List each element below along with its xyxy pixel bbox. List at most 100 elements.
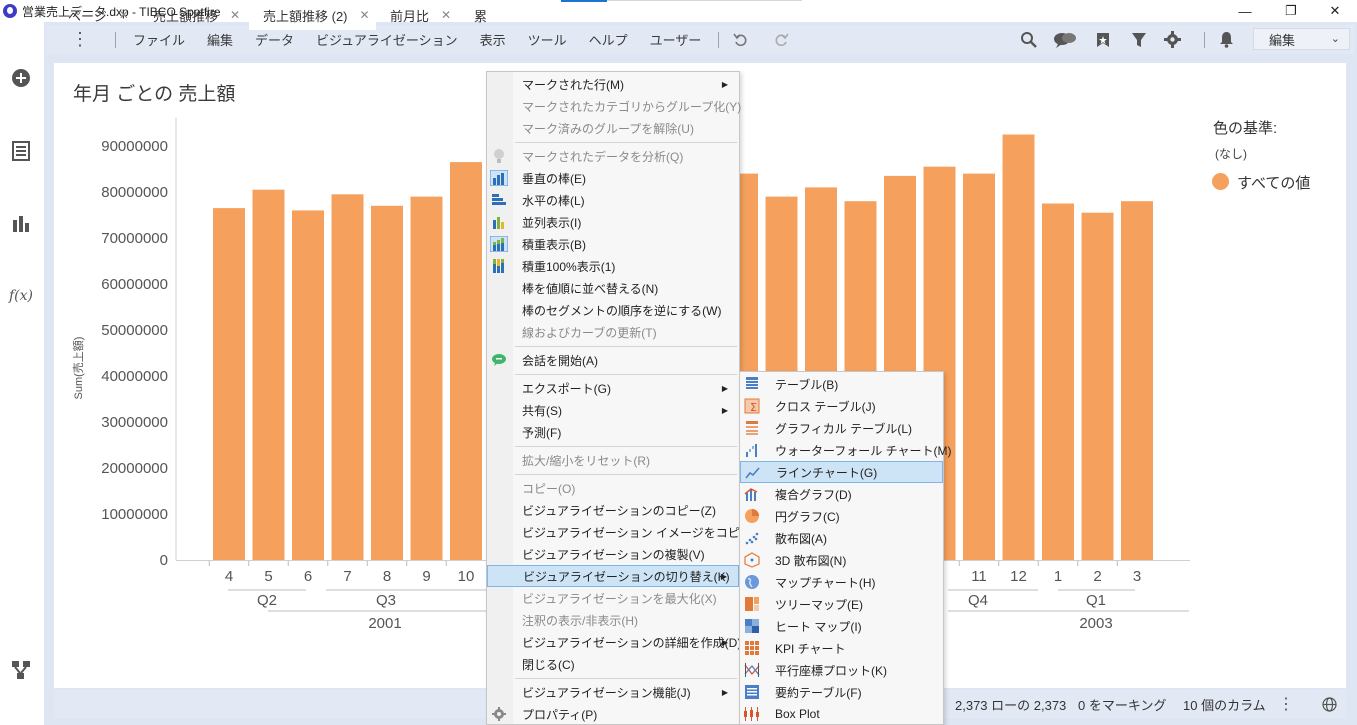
close-tab-icon[interactable]: ✕: [230, 8, 240, 22]
menu-item-copy[interactable]: コピー(O): [487, 477, 739, 499]
submenu-item-waterfall[interactable]: ウォーターフォール チャート(M): [740, 439, 951, 461]
close-tab-icon[interactable]: ✕: [360, 8, 370, 22]
tab-label: ページ: [68, 8, 107, 24]
menu-item-stacked[interactable]: 積重表示(B): [487, 233, 739, 255]
y-tick-label: 70000000: [101, 230, 168, 247]
function-icon[interactable]: f(x): [9, 286, 33, 306]
notification-bell-icon[interactable]: [1216, 25, 1236, 54]
bookmark-icon[interactable]: [1094, 25, 1112, 54]
submenu-item-table[interactable]: テーブル(B): [740, 373, 943, 395]
close-tab-icon[interactable]: ✕: [119, 8, 129, 22]
submenu-arrow-icon: ▶: [720, 571, 727, 581]
submenu-item-kpi-chart[interactable]: KPI チャート: [740, 637, 943, 659]
data-table-icon[interactable]: [11, 141, 31, 161]
y-tick-label: 60000000: [101, 276, 168, 293]
settings-gear-icon[interactable]: [1162, 25, 1182, 54]
redo-icon[interactable]: [770, 25, 792, 54]
submenu-item-map-chart[interactable]: マップチャート(H): [740, 571, 943, 593]
submenu-item-treemap[interactable]: ツリーマップ(E): [740, 593, 943, 615]
y-tick-label: 90000000: [101, 138, 168, 155]
menu-item-visualization-features[interactable]: ビジュアライゼーション機能(J) ▶: [487, 681, 739, 703]
submenu-item-combination-chart[interactable]: 複合グラフ(D): [740, 483, 943, 505]
legend-subtitle: (なし): [1215, 147, 1247, 161]
menu-item-label: 共有(S): [522, 403, 562, 418]
restore-button[interactable]: ❐: [1268, 0, 1314, 22]
menu-item-copy-visualization[interactable]: ビジュアライゼーションのコピー(Z): [487, 499, 739, 521]
submenu-item-box-plot[interactable]: Box Plot: [740, 703, 943, 725]
submenu-item-label: グラフィカル テーブル(L): [775, 421, 913, 436]
menu-tools[interactable]: ツール: [517, 25, 578, 54]
menu-item-stacked-100[interactable]: 積重100%表示(1): [487, 255, 739, 277]
menu-item-sort-bars[interactable]: 棒を値順に並べ替える(N): [487, 277, 739, 299]
undo-icon[interactable]: [730, 25, 752, 54]
submenu-item-label: ウォーターフォール チャート(M): [775, 443, 952, 458]
bar: [371, 205, 403, 561]
menu-user[interactable]: ユーザー: [639, 25, 713, 54]
menu-item-horizontal-bars[interactable]: 水平の棒(L): [487, 189, 739, 211]
filter-icon[interactable]: [1130, 25, 1148, 54]
submenu-item-heat-map[interactable]: ヒート マップ(I): [740, 615, 943, 637]
menu-item-export[interactable]: エクスポート(G) ▶: [487, 377, 739, 399]
close-window-button[interactable]: ✕: [1312, 0, 1357, 22]
menu-item-label: 線およびカーブの更新(T): [522, 325, 657, 340]
menu-item-forecast[interactable]: 予測(F): [487, 421, 739, 443]
search-icon[interactable]: [1018, 25, 1038, 54]
menu-item-copy-visualization-image[interactable]: ビジュアライゼーション イメージをコピー(Z): [487, 521, 767, 543]
menu-item-ungroup-marked[interactable]: マーク済みのグループを解除(U): [487, 117, 739, 139]
more-status-icon[interactable]: ⋮: [1278, 689, 1294, 719]
menu-item-create-details[interactable]: ビジュアライゼーションの詳細を作成(D) ▶: [487, 631, 741, 653]
menu-item-update-lines[interactable]: 線およびカーブの更新(T): [487, 321, 739, 343]
menu-item-group-from-marked[interactable]: マークされたカテゴリからグループ化(Y): [487, 95, 741, 117]
menu-item-properties[interactable]: プロパティ(P): [487, 703, 739, 725]
menu-item-label: ビジュアライゼーションの複製(V): [522, 547, 705, 562]
tab-page[interactable]: ページ ✕: [54, 0, 138, 30]
treemap-icon: [745, 597, 759, 611]
menu-item-share[interactable]: 共有(S) ▶: [487, 399, 739, 421]
close-tab-icon[interactable]: ✕: [441, 8, 451, 22]
minimize-button[interactable]: —: [1222, 0, 1268, 22]
submenu-item-label: 要約テーブル(F): [775, 685, 862, 700]
add-icon[interactable]: [11, 68, 31, 88]
menu-item-label: マーク済みのグループを解除(U): [522, 121, 694, 136]
menu-item-switch-visualization[interactable]: ビジュアライゼーションの切り替え(K) ▶: [487, 565, 739, 587]
submenu-item-line-chart[interactable]: ラインチャート(G): [740, 461, 943, 483]
submenu-item-scatter-plot[interactable]: 散布図(A): [740, 527, 943, 549]
menu-item-duplicate-visualization[interactable]: ビジュアライゼーションの複製(V): [487, 543, 739, 565]
menu-item-maximize-visualization[interactable]: ビジュアライゼーションを最大化(X): [487, 587, 739, 609]
submenu-item-label: ツリーマップ(E): [775, 597, 863, 612]
tab-month-over-month[interactable]: 前月比 ✕: [376, 0, 462, 30]
menu-item-reset-zoom[interactable]: 拡大/縮小をリセット(R): [487, 449, 739, 471]
menu-help[interactable]: ヘルプ: [578, 25, 639, 54]
menu-item-label: ビジュアライゼーションのコピー(Z): [522, 503, 717, 518]
pie-chart-icon: [745, 509, 759, 523]
menu-item-reverse-segments[interactable]: 棒のセグメントの順序を逆にする(W): [487, 299, 739, 321]
visualization-types-icon[interactable]: [11, 213, 31, 233]
menu-item-close[interactable]: 閉じる(C): [487, 653, 739, 675]
tab-sales-trend[interactable]: 売上額推移 ✕: [139, 0, 247, 30]
tab-cumulative[interactable]: 累: [460, 0, 487, 30]
tab-label: 前月比: [390, 8, 430, 24]
menu-item-toggle-annotations[interactable]: 注釈の表示/非表示(H): [487, 609, 739, 631]
submenu-item-3d-scatter[interactable]: 3D 散布図(N): [740, 549, 943, 571]
menu-item-analyze-marked[interactable]: マークされたデータを分析(Q): [487, 145, 739, 167]
submenu-item-summary-table[interactable]: 要約テーブル(F): [740, 681, 943, 703]
submenu-item-parallel-coordinates[interactable]: 平行座標プロット(K): [740, 659, 943, 681]
bar: [1002, 134, 1035, 560]
globe-icon[interactable]: [1322, 689, 1337, 719]
menu-item-marked-rows[interactable]: マークされた行(M) ▶: [487, 73, 739, 95]
data-canvas-icon[interactable]: [11, 660, 31, 680]
x-tick-label: 3: [1133, 568, 1141, 585]
collaboration-icon[interactable]: [1052, 25, 1078, 54]
scatter-plot-icon: [745, 532, 759, 545]
menu-item-start-conversation[interactable]: 会話を開始(A): [487, 349, 739, 371]
menu-item-side-by-side[interactable]: 並列表示(I): [487, 211, 739, 233]
status-marked-count: 0 をマーキング: [1078, 697, 1167, 713]
tab-sales-trend-2[interactable]: 売上額推移 (2) ✕: [249, 0, 376, 30]
menu-item-vertical-bars[interactable]: 垂直の棒(E): [487, 167, 739, 189]
submenu-item-pie-chart[interactable]: 円グラフ(C): [740, 505, 943, 527]
submenu-item-cross-table[interactable]: Σ クロス テーブル(J): [740, 395, 943, 417]
submenu-item-graphical-table[interactable]: グラフィカル テーブル(L): [740, 417, 943, 439]
stacked-bars-icon: [490, 236, 508, 252]
bar: [450, 162, 482, 560]
mode-select[interactable]: 編集 ⌄: [1253, 28, 1350, 50]
